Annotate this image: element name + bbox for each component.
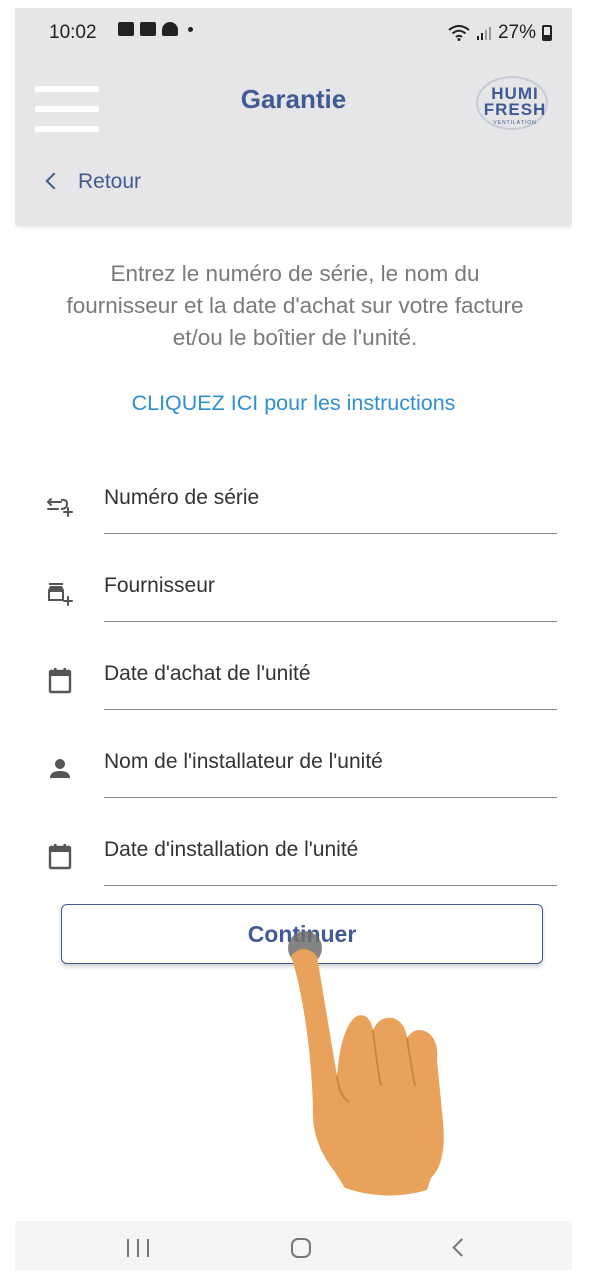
back-button[interactable]: Retour [35,158,175,214]
app-notification-icon [140,22,156,36]
purchase-date-field[interactable]: Date d'achat de l'unité [45,644,557,710]
system-back-icon[interactable] [452,1238,471,1257]
store-add-icon [48,583,73,606]
wifi-icon [448,25,470,41]
notification-icons [118,22,193,36]
supplier-label: Fournisseur [104,574,215,597]
installer-name-field[interactable]: Nom de l'installateur de l'unité [45,732,557,798]
pointing-hand-icon [288,931,444,1196]
instructions-link[interactable]: CLIQUEZ ICI pour les instructions [15,391,572,416]
back-label: Retour [78,170,142,193]
status-right: 27% [448,22,552,44]
field-underline [104,708,557,710]
person-icon [50,759,70,778]
status-time: 10:02 [49,22,97,43]
recent-apps-icon[interactable] [127,1239,149,1257]
logo-text-fresh: FRESH [483,100,547,119]
back-bar: Retour [15,148,572,224]
app-bar: Garantie HUMI FRESH VENTILATION [15,56,572,148]
serial-number-label: Numéro de série [104,486,260,509]
serial-number-icon [47,498,73,517]
field-underline [104,884,557,886]
serial-number-field[interactable]: Numéro de série [45,468,557,534]
chevron-left-icon [45,172,63,190]
battery-icon [542,25,552,41]
supplier-field[interactable]: Fournisseur [45,556,557,622]
home-icon[interactable] [291,1238,311,1258]
cloud-icon [162,22,178,36]
battery-percent: 27% [497,22,536,43]
purchase-date-label: Date d'achat de l'unité [104,662,311,685]
more-notifications-icon [188,26,193,32]
logo-text-ventilation: VENTILATION [493,120,537,126]
phone-screen: 10:02 27% Garantie HUMI FRESH VENTILATIO… [15,8,572,1270]
installation-date-label: Date d'installation de l'unité [104,838,359,861]
installation-date-field[interactable]: Date d'installation de l'unité [45,820,557,886]
intro-text: Entrez le numéro de série, le nom du fou… [66,261,524,350]
field-underline [104,620,557,622]
calendar-icon [48,668,72,694]
status-bar: 10:02 27% [15,8,572,56]
installer-name-label: Nom de l'installateur de l'unité [104,750,383,773]
image-notification-icon [118,22,134,36]
humifresh-logo: HUMI FRESH VENTILATION [470,74,556,130]
system-nav-bar [15,1221,572,1270]
field-underline [104,796,557,798]
calendar-icon [48,844,72,870]
signal-icon [476,27,491,40]
field-underline [104,532,557,534]
